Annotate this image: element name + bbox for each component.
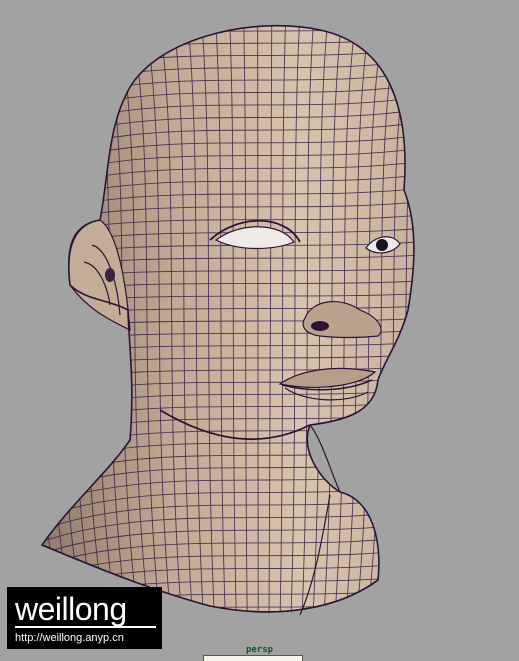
head-mesh-icon bbox=[41, 24, 415, 616]
perspective-viewport[interactable]: weillong http://weillong.anyp.cn persp bbox=[0, 0, 519, 661]
watermark-badge: weillong http://weillong.anyp.cn bbox=[7, 587, 162, 649]
watermark-logo: weillong bbox=[15, 593, 156, 628]
camera-name-label: persp bbox=[245, 645, 274, 655]
watermark-url: http://weillong.anyp.cn bbox=[15, 632, 124, 644]
help-line-tooltip bbox=[203, 655, 303, 661]
